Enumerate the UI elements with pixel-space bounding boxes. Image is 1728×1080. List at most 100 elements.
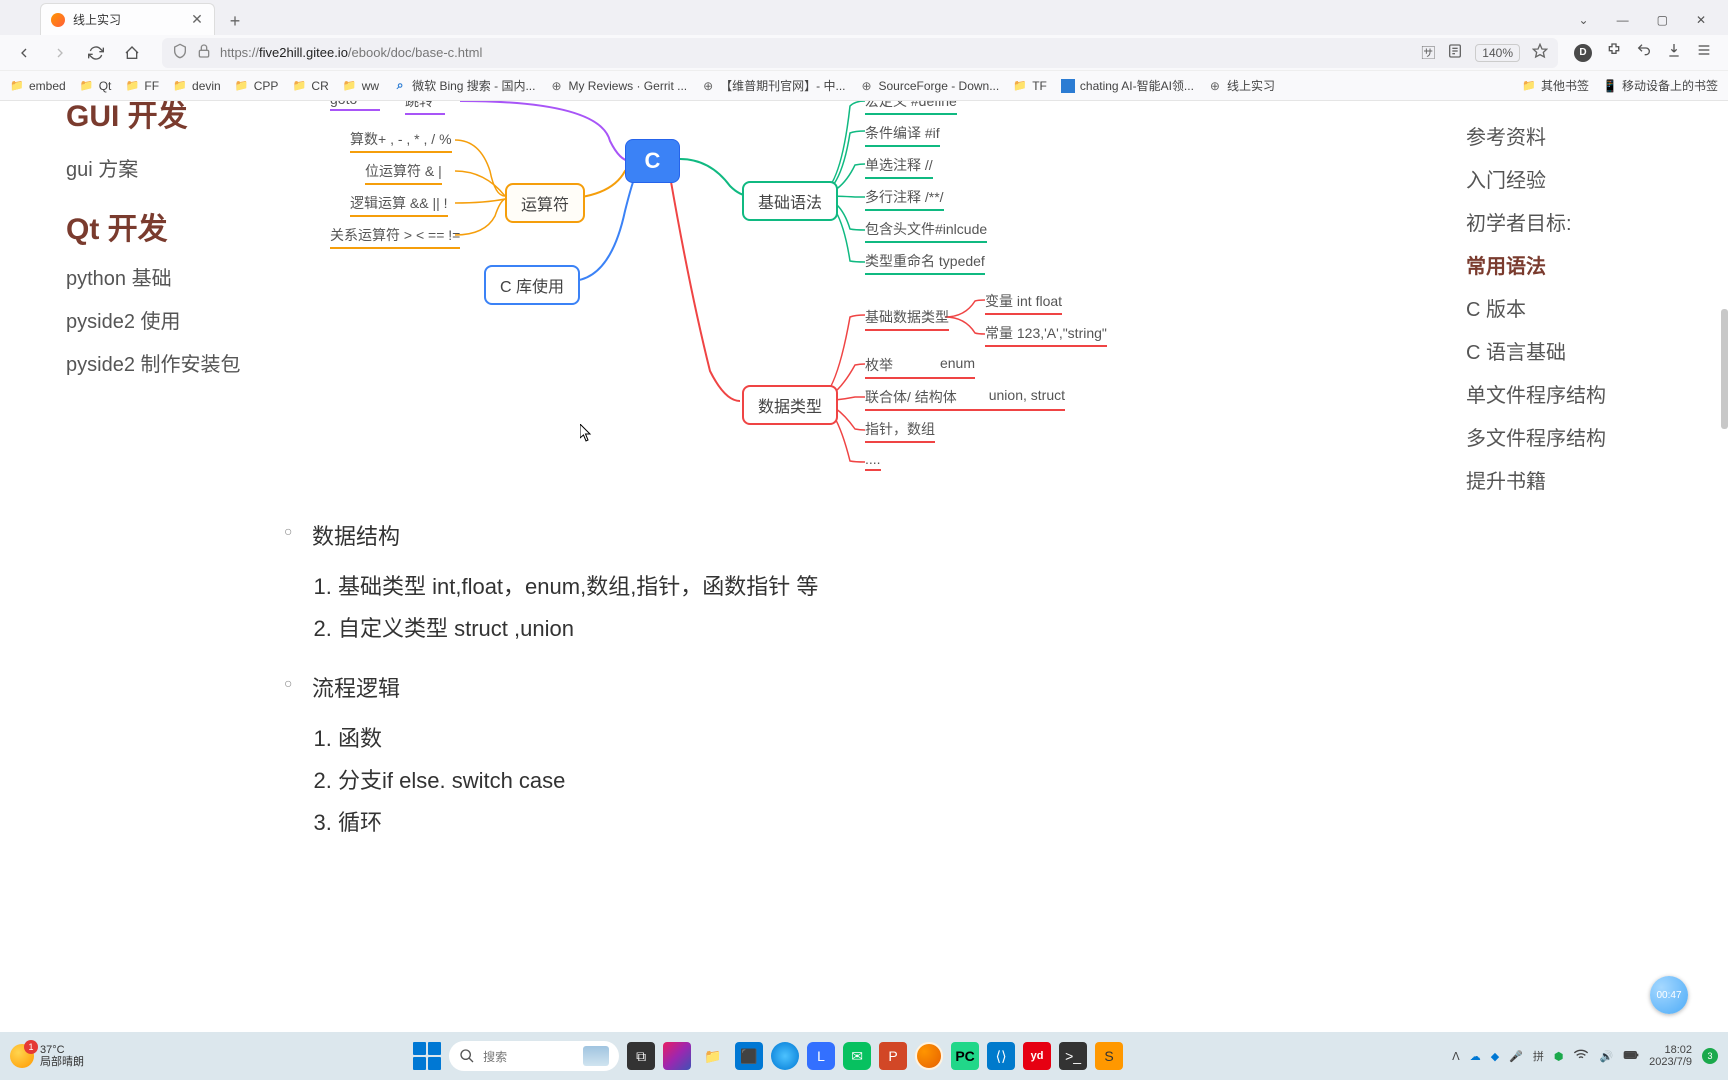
bookmark-item[interactable]: CPP <box>235 77 279 94</box>
tray-app2-icon[interactable]: ⬢ <box>1554 1050 1564 1063</box>
bookmark-label: embed <box>29 79 66 93</box>
taskbar-app-widgets[interactable] <box>663 1042 691 1070</box>
list-item: 函数 <box>338 721 990 753</box>
folder-icon <box>173 79 187 93</box>
taskbar-app-store[interactable]: ⬛ <box>735 1042 763 1070</box>
account-button[interactable]: D <box>1574 44 1592 62</box>
zoom-level[interactable]: 140% <box>1475 44 1520 62</box>
taskbar-app-explorer[interactable]: 📁 <box>699 1042 727 1070</box>
window-controls: ⌄ — ▢ ✕ <box>1579 13 1728 35</box>
window-minimize-button[interactable]: — <box>1617 13 1629 27</box>
bookmark-item[interactable]: ⌕微软 Bing 搜索 - 国内... <box>393 77 535 94</box>
nav-home-button[interactable] <box>118 39 146 67</box>
bookmark-item[interactable]: 其他书签 <box>1522 77 1589 94</box>
start-button[interactable] <box>413 1042 441 1070</box>
bookmark-item[interactable]: 📱移动设备上的书签 <box>1603 77 1718 94</box>
taskbar-app-firefox[interactable] <box>915 1042 943 1070</box>
taskbar-app-vscode[interactable]: ⟨⟩ <box>987 1042 1015 1070</box>
translate-icon[interactable]: 🈂 <box>1421 43 1435 63</box>
toc-item[interactable]: 提升书籍 <box>1466 465 1626 494</box>
bookmark-item[interactable]: ⊕【维普期刊官网】- 中... <box>701 77 845 94</box>
search-icon: ⌕ <box>393 79 407 93</box>
toc-item[interactable]: C 版本 <box>1466 293 1626 322</box>
toc-item[interactable]: 入门经验 <box>1466 164 1626 193</box>
window-maximize-button[interactable]: ▢ <box>1657 13 1668 27</box>
window-close-button[interactable]: ✕ <box>1696 13 1706 27</box>
bookmark-item[interactable]: chating AI-智能AI领... <box>1061 77 1194 94</box>
bookmark-item[interactable]: FF <box>125 77 159 94</box>
new-tab-button[interactable]: + <box>221 7 249 35</box>
taskbar-app-wechat[interactable]: ✉ <box>843 1042 871 1070</box>
shield-icon[interactable] <box>172 43 186 62</box>
tray-chevron-icon[interactable]: ᐱ <box>1452 1050 1460 1063</box>
bookmark-item[interactable]: CR <box>292 77 328 94</box>
taskbar-app-sublime[interactable]: S <box>1095 1042 1123 1070</box>
taskbar-app-lark[interactable]: L <box>807 1042 835 1070</box>
tray-volume-icon[interactable]: 🔊 <box>1599 1050 1613 1063</box>
folder-icon <box>1013 79 1027 93</box>
nav-forward-button[interactable] <box>46 39 74 67</box>
bookmark-label: CPP <box>254 79 279 93</box>
bookmark-item[interactable]: ww <box>343 77 379 94</box>
toc-item[interactable]: 常用语法 <box>1466 250 1626 279</box>
browser-tab[interactable]: 线上实习 ✕ <box>40 3 215 35</box>
taskbar-app-ppt[interactable]: P <box>879 1042 907 1070</box>
downloads-icon[interactable] <box>1666 42 1682 63</box>
toc-item[interactable]: 单文件程序结构 <box>1466 379 1626 408</box>
toc-item[interactable]: 参考资料 <box>1466 121 1626 150</box>
bookmark-item[interactable]: embed <box>10 77 66 94</box>
nav-item[interactable]: pyside2 使用 <box>66 305 286 334</box>
bookmark-item[interactable]: ⊕My Reviews · Gerrit ... <box>549 77 687 94</box>
tray-battery-icon[interactable] <box>1623 1047 1639 1066</box>
nav-reload-button[interactable] <box>82 39 110 67</box>
mindmap-diagram: goto 跳转 算数+ , - , * , / % 位运算符 & | 逻辑运算 … <box>310 101 1110 491</box>
taskbar-app-terminal[interactable]: >_ <box>1059 1042 1087 1070</box>
taskbar-weather[interactable]: 1 37°C 局部晴朗 <box>10 1044 84 1068</box>
tabs-dropdown-icon[interactable]: ⌄ <box>1579 13 1589 27</box>
nav-back-button[interactable] <box>10 39 38 67</box>
folder-icon <box>10 79 24 93</box>
nav-heading-gui[interactable]: GUI 开发 <box>66 101 286 135</box>
back-arrow-icon[interactable] <box>1636 42 1652 63</box>
bookmark-item[interactable]: TF <box>1013 77 1047 94</box>
page-scrollbar[interactable] <box>1721 309 1728 429</box>
bookmark-item[interactable]: Qt <box>80 77 112 94</box>
tray-app-icon[interactable]: ◆ <box>1491 1050 1499 1063</box>
nav-heading-qt[interactable]: Qt 开发 <box>66 204 286 248</box>
taskbar-search[interactable]: 搜索 <box>449 1041 619 1071</box>
tray-ime-icon[interactable]: 拼 <box>1533 1048 1544 1064</box>
tray-mic-icon[interactable]: 🎤 <box>1509 1050 1523 1063</box>
lock-icon[interactable] <box>196 43 210 62</box>
tray-onedrive-icon[interactable]: ☁ <box>1470 1050 1481 1063</box>
bookmark-label: 线上实习 <box>1227 77 1275 94</box>
reader-mode-icon[interactable] <box>1447 43 1463 62</box>
taskbar-app-youdao[interactable]: yd <box>1023 1042 1051 1070</box>
nav-item[interactable]: python 基础 <box>66 262 286 291</box>
nav-item[interactable]: pyside2 制作安装包 <box>66 348 286 377</box>
folder-icon <box>125 79 139 93</box>
toc-item[interactable]: 初学者目标: <box>1466 207 1626 236</box>
bookmark-star-icon[interactable] <box>1532 43 1548 62</box>
bookmark-label: 移动设备上的书签 <box>1622 77 1718 94</box>
taskbar-app-edge[interactable] <box>771 1042 799 1070</box>
bookmark-item[interactable]: ⊕线上实习 <box>1208 77 1275 94</box>
url-bar[interactable]: https://five2hill.gitee.io/ebook/doc/bas… <box>162 38 1558 68</box>
taskbar-center: 搜索 ⧉ 📁 ⬛ L ✉ P PC ⟨⟩ yd >_ S <box>84 1041 1452 1071</box>
taskbar-app-pycharm[interactable]: PC <box>951 1042 979 1070</box>
toc-item[interactable]: C 语言基础 <box>1466 336 1626 365</box>
extensions-icon[interactable] <box>1606 42 1622 63</box>
folder-icon <box>80 79 94 93</box>
taskbar-clock[interactable]: 18:02 2023/7/9 <box>1649 1044 1692 1068</box>
taskbar-app-taskview[interactable]: ⧉ <box>627 1042 655 1070</box>
bookmark-item[interactable]: devin <box>173 77 221 94</box>
bookmark-label: TF <box>1032 79 1047 93</box>
floating-timer-badge[interactable]: 00:47 <box>1650 976 1688 1014</box>
bookmark-item[interactable]: ⊕SourceForge - Down... <box>860 77 1000 94</box>
tab-close-icon[interactable]: ✕ <box>190 13 204 27</box>
tray-wifi-icon[interactable] <box>1573 1047 1589 1066</box>
toc-item[interactable]: 多文件程序结构 <box>1466 422 1626 451</box>
nav-item[interactable]: gui 方案 <box>66 153 286 182</box>
notification-count[interactable]: 3 <box>1702 1048 1718 1064</box>
app-menu-icon[interactable] <box>1696 42 1712 63</box>
list-item: 循环 <box>338 805 990 837</box>
